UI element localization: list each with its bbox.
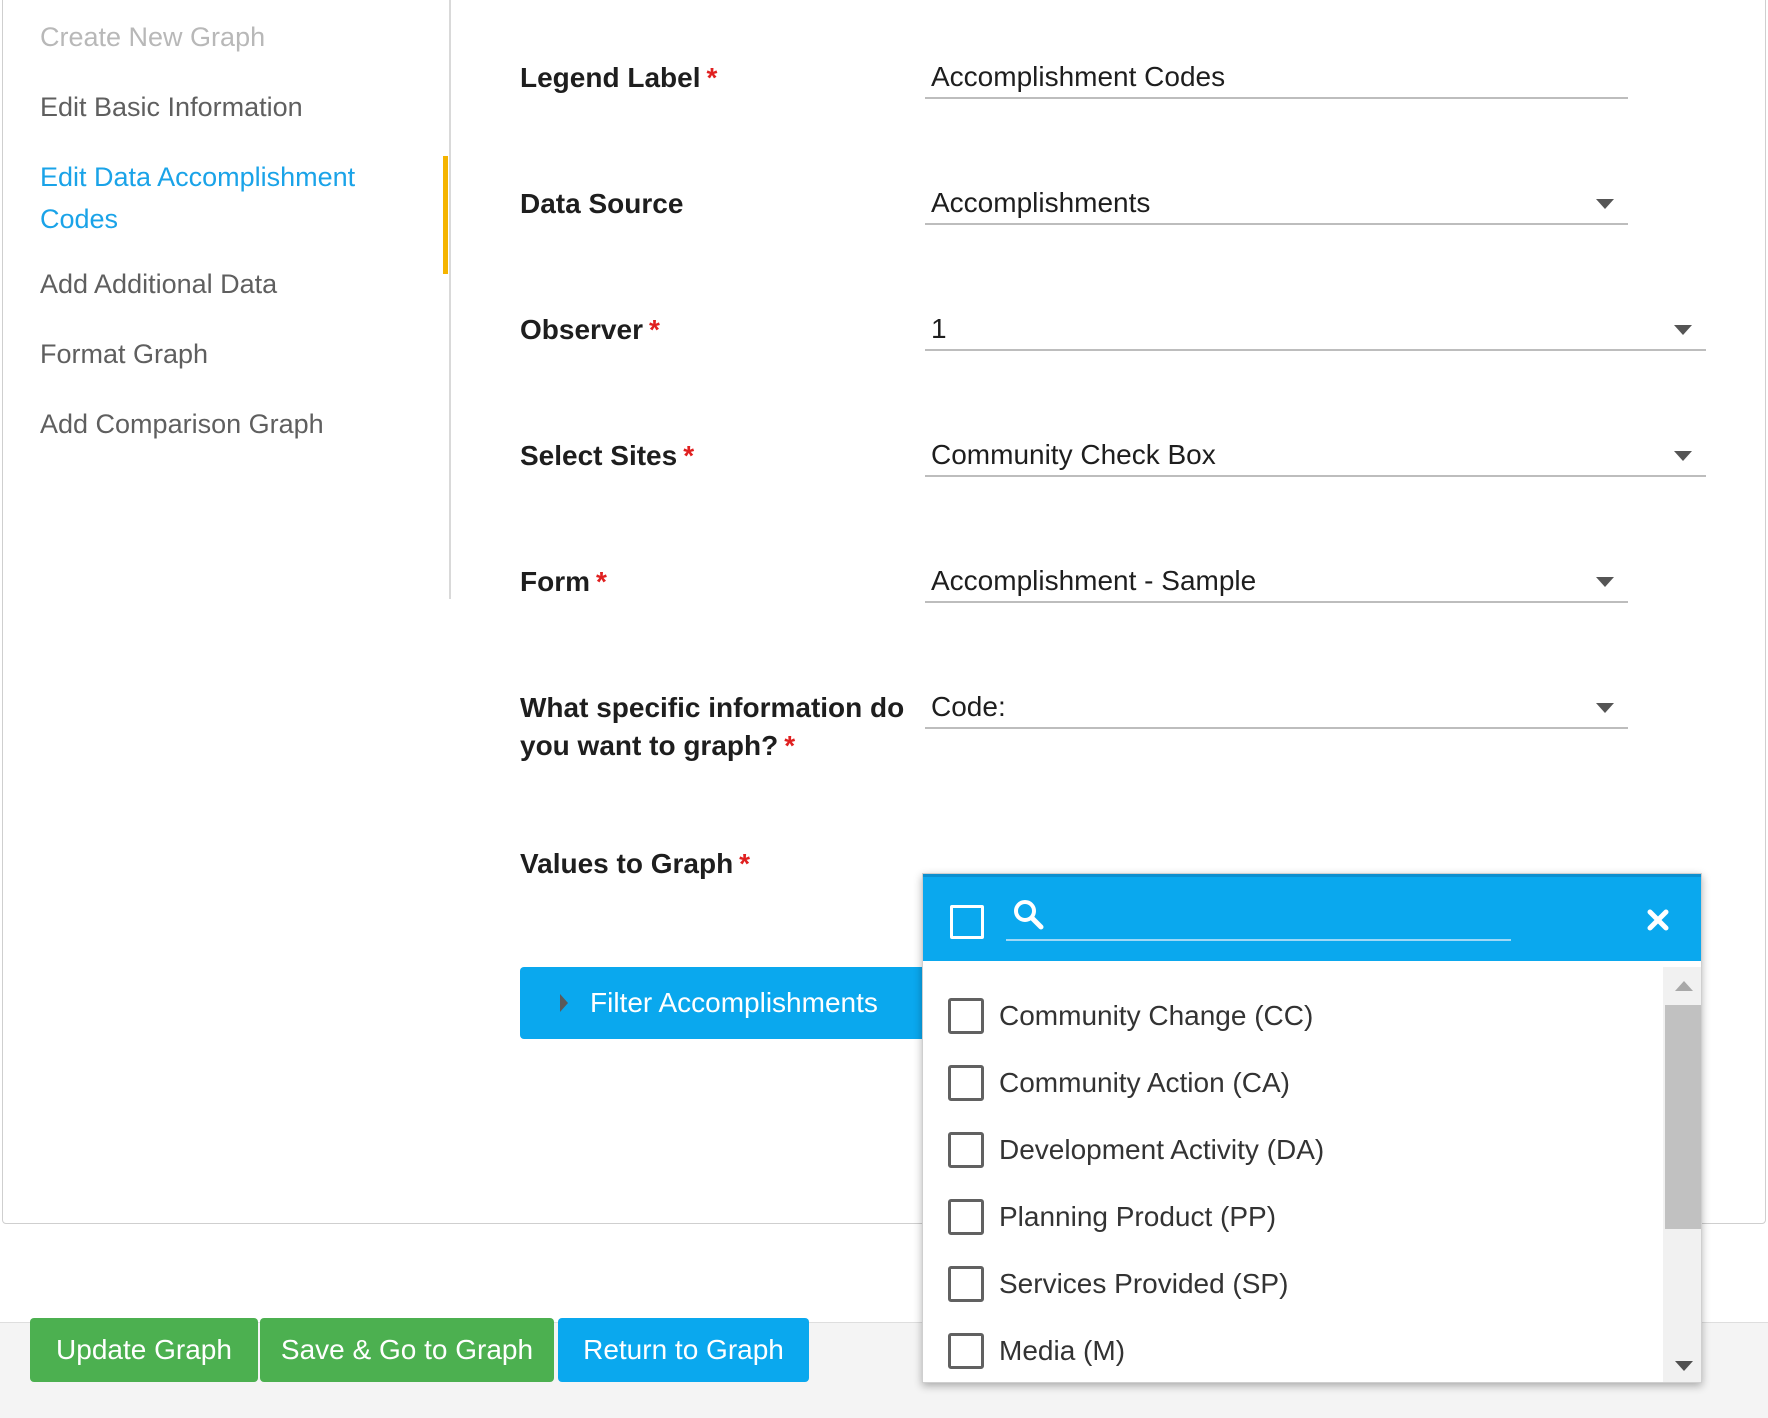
option-label: Community Action (CA) xyxy=(999,1067,1290,1098)
values-to-graph-label-text: Values to Graph xyxy=(520,848,734,879)
data-source-select[interactable]: Accomplishments xyxy=(925,179,1628,225)
option-label: Development Activity (DA) xyxy=(999,1134,1325,1165)
observer-select[interactable]: 1 xyxy=(925,305,1706,351)
select-sites-select[interactable]: Community Check Box xyxy=(925,431,1706,477)
option-checkbox[interactable] xyxy=(948,1132,984,1168)
sidebar-item-format-graph[interactable]: Format Graph xyxy=(40,333,208,375)
legend-label-text: Legend Label xyxy=(520,62,701,93)
select-sites-label-text: Select Sites xyxy=(520,440,678,471)
form-value: Accomplishment - Sample xyxy=(931,565,1257,596)
option-checkbox[interactable] xyxy=(948,1266,984,1302)
values-multiselect-dropdown: Community Change (CC) Community Action (… xyxy=(922,873,1702,1383)
data-source-label: Data Source xyxy=(520,185,683,223)
option-checkbox[interactable] xyxy=(948,1199,984,1235)
save-go-to-graph-button[interactable]: Save & Go to Graph xyxy=(260,1318,554,1382)
chevron-down-icon xyxy=(1674,325,1692,335)
option-services-provided[interactable]: Services Provided (SP) xyxy=(923,1252,1661,1316)
select-sites-label: Select Sites * xyxy=(520,437,694,475)
data-source-label-text: Data Source xyxy=(520,188,684,219)
search-underline xyxy=(1006,939,1511,941)
values-to-graph-label: Values to Graph * xyxy=(520,845,750,883)
option-label: Community Change (CC) xyxy=(999,1000,1314,1031)
legend-label-value: Accomplishment Codes xyxy=(931,61,1226,92)
filter-accomplishments-button[interactable]: Filter Accomplishments xyxy=(520,967,930,1039)
option-checkbox[interactable] xyxy=(948,1333,984,1369)
option-label: Media (M) xyxy=(999,1335,1126,1366)
required-marker: * xyxy=(706,62,718,93)
chevron-down-icon xyxy=(1674,451,1692,461)
required-marker: * xyxy=(596,566,607,597)
select-sites-value: Community Check Box xyxy=(931,439,1216,470)
dropdown-options-list: Community Change (CC) Community Action (… xyxy=(923,964,1661,1382)
form-select[interactable]: Accomplishment - Sample xyxy=(925,557,1628,603)
form-label-text: Form xyxy=(520,566,590,597)
scroll-down-arrow-icon[interactable] xyxy=(1675,1361,1693,1371)
chevron-down-icon xyxy=(1596,577,1614,587)
required-marker: * xyxy=(683,440,695,471)
return-to-graph-button[interactable]: Return to Graph xyxy=(558,1318,809,1382)
filter-accomplishments-label: Filter Accomplishments xyxy=(590,987,878,1018)
option-planning-product[interactable]: Planning Product (PP) xyxy=(923,1185,1661,1249)
sidebar-item-edit-data-accomplishment-codes[interactable]: Edit Data Accomplishment Codes xyxy=(40,156,400,240)
chevron-down-icon xyxy=(1596,703,1614,713)
dropdown-search-input[interactable] xyxy=(1053,891,1503,935)
specific-info-select[interactable]: Code: xyxy=(925,683,1628,729)
option-development-activity[interactable]: Development Activity (DA) xyxy=(923,1118,1661,1182)
specific-info-value: Code: xyxy=(931,691,1006,722)
sidebar-item-add-comparison-graph[interactable]: Add Comparison Graph xyxy=(40,403,324,445)
option-label: Services Provided (SP) xyxy=(999,1268,1289,1299)
option-label: Planning Product (PP) xyxy=(999,1201,1277,1232)
sidebar-active-indicator xyxy=(443,156,448,274)
observer-label-text: Observer xyxy=(520,314,643,345)
caret-right-icon xyxy=(560,994,568,1012)
update-graph-button[interactable]: Update Graph xyxy=(30,1318,258,1382)
specific-info-label: What specific information do you want to… xyxy=(520,689,910,765)
required-marker: * xyxy=(648,314,660,345)
chevron-down-icon xyxy=(1596,199,1614,209)
dropdown-header xyxy=(923,874,1701,961)
sidebar-item-add-additional-data[interactable]: Add Additional Data xyxy=(40,263,277,305)
select-all-checkbox[interactable] xyxy=(950,905,984,939)
dropdown-scrollbar[interactable] xyxy=(1663,967,1701,1382)
legend-label-input[interactable]: Accomplishment Codes xyxy=(925,53,1628,99)
option-media[interactable]: Media (M) xyxy=(923,1319,1661,1382)
sidebar-item-edit-basic-information[interactable]: Edit Basic Information xyxy=(40,86,303,128)
option-community-action[interactable]: Community Action (CA) xyxy=(923,1051,1661,1115)
sidebar-item-create-new-graph: Create New Graph xyxy=(40,22,266,52)
search-icon xyxy=(1014,900,1044,930)
option-checkbox[interactable] xyxy=(948,998,984,1034)
scrollbar-thumb[interactable] xyxy=(1665,1005,1701,1229)
required-marker: * xyxy=(784,730,796,761)
observer-value: 1 xyxy=(931,313,947,344)
scroll-up-arrow-icon[interactable] xyxy=(1675,981,1693,991)
data-source-value: Accomplishments xyxy=(931,187,1151,218)
legend-label-label: Legend Label * xyxy=(520,59,717,97)
required-marker: * xyxy=(739,848,751,879)
option-community-change[interactable]: Community Change (CC) xyxy=(923,984,1661,1048)
observer-label: Observer * xyxy=(520,311,660,349)
specific-info-label-text: What specific information do you want to… xyxy=(520,692,905,761)
close-icon[interactable] xyxy=(1643,905,1673,935)
form-label: Form * xyxy=(520,563,607,601)
option-checkbox[interactable] xyxy=(948,1065,984,1101)
sidebar-nav: Create New Graph Edit Basic Information … xyxy=(3,0,451,599)
